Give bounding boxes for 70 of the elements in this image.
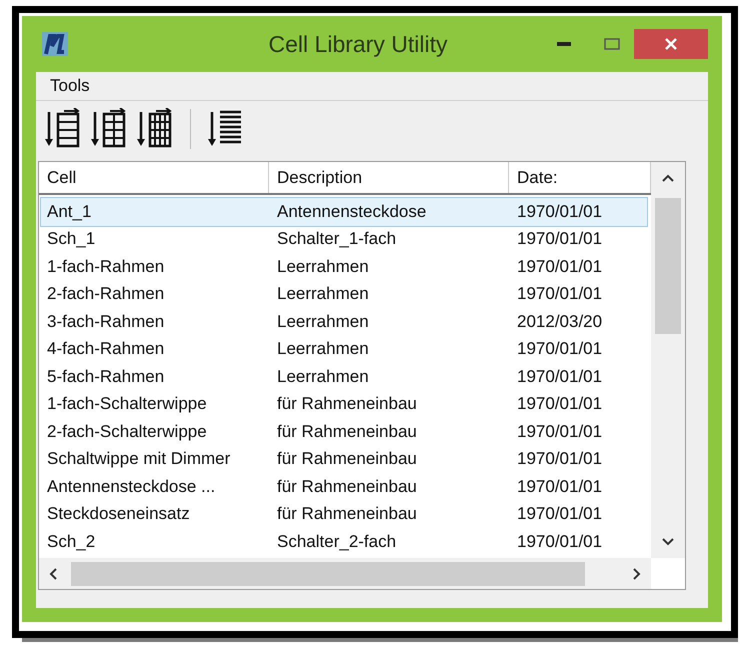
table-row[interactable]: Ant_1 Antennensteckdose 1970/01/01 <box>41 198 647 226</box>
scroll-right-icon[interactable] <box>633 568 641 580</box>
table-icon[interactable] <box>44 108 82 150</box>
table-cell-text: 1970/01/01 <box>516 256 604 277</box>
table-cell-text: 4-fach-Rahmen <box>46 339 166 360</box>
table-icon[interactable] <box>136 108 174 150</box>
horizontal-scrollbar[interactable] <box>39 558 651 589</box>
table-cell-text: Leerrahmen <box>276 366 370 387</box>
close-button[interactable] <box>634 29 708 59</box>
column-header[interactable]: Cell <box>39 162 269 193</box>
window-title: Cell Library Utility <box>268 30 448 58</box>
table-cell-text: 1970/01/01 <box>516 202 604 222</box>
table-row[interactable]: 3-fach-Rahmen Leerrahmen 2012/03/20 <box>41 308 647 336</box>
table-cell-text: für Rahmeneinbau <box>276 422 418 442</box>
table-cell-text: für Rahmeneinbau <box>276 449 418 470</box>
table-row[interactable]: Antennensteckdose ... für Rahmeneinbau 1970/01/01 <box>41 473 647 500</box>
table-cell-text: Leerrahmen <box>276 339 370 360</box>
table-cell-text: Sch_1 <box>46 229 96 250</box>
table-cell-text: Ant_1 <box>46 202 92 222</box>
table-row[interactable]: 2-fach-Schalterwippe für Rahmeneinbau 1970/01/01 <box>41 418 647 446</box>
table-cell-text: Steckdoseneinsatz <box>46 504 191 524</box>
table-row[interactable]: 1-fach-Schalterwippe für Rahmeneinbau 1970/01/01 <box>41 390 647 418</box>
table-row[interactable]: Sch_1 Schalter_1-fach 1970/01/01 <box>41 226 647 253</box>
table-cell-text: 1970/01/01 <box>516 284 604 304</box>
table-cell-text: Leerrahmen <box>276 284 370 304</box>
maximize-icon <box>604 38 620 50</box>
table-cell-text: Schaltwippe mit Dimmer <box>46 449 232 470</box>
table-row[interactable]: Steckdoseneinsatz für Rahmeneinbau 1970/01/01 <box>41 500 647 528</box>
table-row[interactable]: 5-fach-Rahmen Leerrahmen 1970/01/01 <box>41 363 647 390</box>
table-cell-text: Antennensteckdose ... <box>46 476 216 497</box>
table-row[interactable]: Sch_2 Schalter_2-fach 1970/01/01 <box>41 528 647 556</box>
app-logo-icon <box>42 32 68 56</box>
scroll-up-icon[interactable] <box>662 174 674 182</box>
scroll-left-icon[interactable] <box>49 568 57 580</box>
table-cell-text: 2012/03/20 <box>516 312 604 332</box>
table-row[interactable]: Schaltwippe mit Dimmer für Rahmeneinbau 1970/01/01 <box>41 446 647 473</box>
table-cell-text: 1-fach-Rahmen <box>46 256 166 277</box>
table-cell-text: 5-fach-Rahmen <box>46 366 166 387</box>
table-cell-text: 1970/01/01 <box>516 449 604 470</box>
scroll-down-icon[interactable] <box>662 538 674 546</box>
table-cell-text: 1970/01/01 <box>516 229 604 250</box>
table-cell-text: Schalter_1-fach <box>276 229 398 250</box>
table-cell-text: Leerrahmen <box>276 312 370 332</box>
table-cell-text: 1970/01/01 <box>516 504 604 524</box>
table-cell-text: 1-fach-Schalterwippe <box>46 394 208 414</box>
close-icon <box>664 37 678 51</box>
table-cell-text: 1970/01/01 <box>516 476 604 497</box>
table-cell-text: für Rahmeneinbau <box>276 394 418 414</box>
table-cell-text: Antennensteckdose <box>276 202 428 222</box>
menu-item[interactable]: Tools <box>44 74 96 98</box>
table-cell-text: für Rahmeneinbau <box>276 476 418 497</box>
minimize-icon <box>557 42 571 46</box>
vertical-scrollbar[interactable] <box>651 162 685 558</box>
table-row[interactable]: 2-fach-Rahmen Leerrahmen 1970/01/01 <box>41 280 647 308</box>
table-cell-text: Sch_2 <box>46 532 96 552</box>
table-cell-text: 1970/01/01 <box>516 532 604 552</box>
table-cell-text: 1970/01/01 <box>516 366 604 387</box>
table-cell-text: Leerrahmen <box>276 256 370 277</box>
table-cell-text: 1970/01/01 <box>516 339 604 360</box>
table-cell-text: 2-fach-Schalterwippe <box>46 422 208 442</box>
table-cell-text: Schalter_2-fach <box>276 532 398 552</box>
column-header[interactable]: Description <box>269 162 509 193</box>
table-cell-text: 1970/01/01 <box>516 394 604 414</box>
table-row[interactable]: 1-fach-Rahmen Leerrahmen 1970/01/01 <box>41 253 647 280</box>
table-cell-text: für Rahmeneinbau <box>276 504 418 524</box>
table-cell-text: 1970/01/01 <box>516 422 604 442</box>
table-icon[interactable] <box>90 108 128 150</box>
table-cell-text: 3-fach-Rahmen <box>46 312 166 332</box>
table-row[interactable]: 4-fach-Rahmen Leerrahmen 1970/01/01 <box>41 336 647 363</box>
table-cell-text: 2-fach-Rahmen <box>46 284 166 304</box>
